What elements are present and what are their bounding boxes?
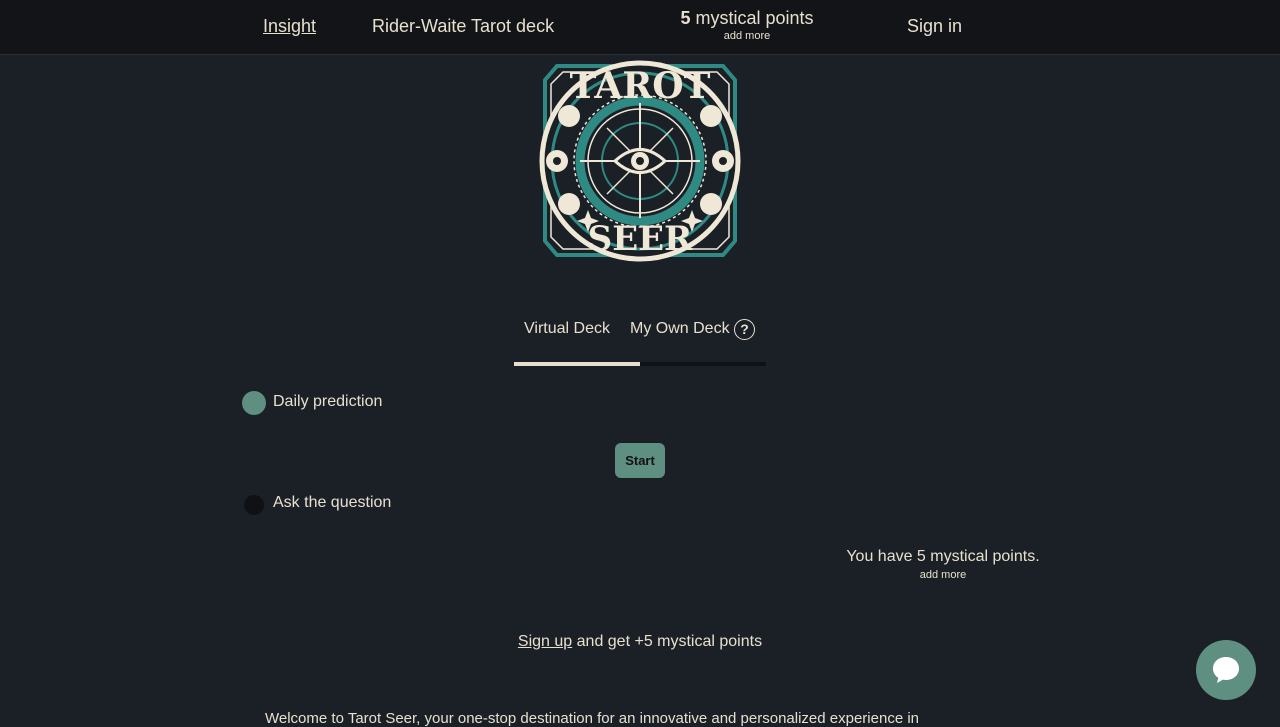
help-icon[interactable]: ? <box>734 319 755 340</box>
insight-link[interactable]: Insight <box>263 16 316 37</box>
points-balance: 5 mystical points add more <box>660 9 834 42</box>
start-button[interactable]: Start <box>615 443 665 478</box>
points-status: You have 5 mystical points. add more <box>843 548 1043 581</box>
points-label: mystical points <box>695 8 814 28</box>
welcome-text: Welcome to Tarot Seer, your one-stop des… <box>265 710 920 727</box>
add-more-points-link[interactable]: add more <box>660 31 834 42</box>
top-navigation-bar: Insight Rider-Waite Tarot deck 5 mystica… <box>0 0 1280 55</box>
add-more-points-link-2[interactable]: add more <box>843 569 1043 581</box>
points-status-text: You have 5 mystical points. <box>846 548 1040 565</box>
deck-tabs: Virtual Deck My Own Deck ? <box>514 318 766 366</box>
ask-question-label: Ask the question <box>273 494 392 511</box>
tab-active-indicator <box>514 362 640 366</box>
logo-bottom-text: SEER <box>588 219 693 259</box>
chat-button[interactable] <box>1196 640 1256 700</box>
chat-bubble-icon <box>1213 657 1239 683</box>
logo-top-text: TAROT <box>570 65 711 107</box>
points-count: 5 <box>680 8 691 28</box>
signup-promo: Sign up and get +5 mystical points <box>0 633 1280 651</box>
tab-my-own-deck[interactable]: My Own Deck <box>630 320 730 338</box>
sign-in-link[interactable]: Sign in <box>907 16 962 37</box>
radio-selected[interactable] <box>242 391 266 415</box>
radio-unselected[interactable] <box>244 495 264 515</box>
tab-virtual-deck[interactable]: Virtual Deck <box>524 320 610 338</box>
tarot-seer-logo: TAROT SEER <box>535 58 745 263</box>
sign-up-link[interactable]: Sign up <box>518 633 572 650</box>
deck-selector-link[interactable]: Rider-Waite Tarot deck <box>372 16 554 37</box>
daily-prediction-label: Daily prediction <box>273 393 383 410</box>
signup-promo-text: and get +5 mystical points <box>576 633 763 650</box>
